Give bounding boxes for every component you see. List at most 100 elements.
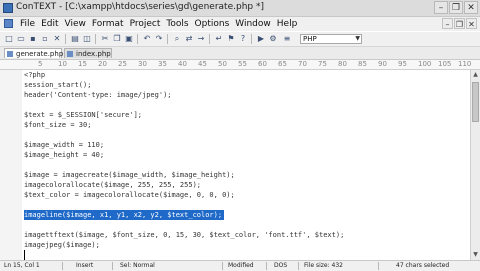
code-line: $image_width = 110; bbox=[24, 141, 105, 149]
file-size: File size: 432 bbox=[304, 262, 343, 269]
code-line: imagejpeg($image); bbox=[24, 241, 100, 249]
scrollbar-thumb[interactable] bbox=[472, 82, 479, 122]
scroll-down-icon[interactable]: ▼ bbox=[472, 251, 479, 259]
ruler-mark: 90 bbox=[378, 60, 387, 68]
ruler-mark: 5 bbox=[38, 60, 43, 68]
open-folder-icon[interactable]: ▭ bbox=[16, 34, 26, 44]
ruler-mark: 85 bbox=[358, 60, 367, 68]
status-separator bbox=[266, 262, 267, 270]
print-preview-icon[interactable]: ◫ bbox=[82, 34, 92, 44]
menu-format[interactable]: Format bbox=[89, 18, 127, 30]
menu-bar: File Edit View Format Project Tools Opti… bbox=[0, 17, 480, 31]
menu-project[interactable]: Project bbox=[127, 18, 164, 30]
code-line: header('Content-type: image/jpeg'); bbox=[24, 91, 172, 99]
tab-label: index.php bbox=[76, 50, 111, 58]
ruler-mark: 105 bbox=[438, 60, 452, 68]
status-separator bbox=[62, 262, 63, 270]
settings-icon[interactable]: ⚙ bbox=[268, 34, 278, 44]
save-all-icon[interactable]: ▫ bbox=[40, 34, 50, 44]
save-icon[interactable]: ▪ bbox=[28, 34, 38, 44]
ruler-mark: 35 bbox=[158, 60, 167, 68]
code-line: imagettftext($image, $font_size, 0, 15, … bbox=[24, 231, 345, 239]
file-tab-bar: generate.php * index.php bbox=[0, 47, 480, 60]
ruler-mark: 55 bbox=[238, 60, 247, 68]
doc-minimize-button[interactable]: – bbox=[442, 18, 453, 29]
tab-index-php[interactable]: index.php bbox=[64, 48, 112, 58]
code-line: <?php bbox=[24, 71, 46, 79]
ruler-mark: 50 bbox=[218, 60, 227, 68]
title-bar: ConTEXT - [C:\xampp\htdocs\series\gd\gen… bbox=[0, 0, 480, 17]
close-file-icon[interactable]: ✕ bbox=[52, 34, 62, 44]
ruler-mark: 20 bbox=[98, 60, 107, 68]
ruler-mark: 60 bbox=[258, 60, 267, 68]
search-icon[interactable]: ⌕ bbox=[172, 34, 182, 44]
language-select[interactable]: PHP ▼ bbox=[300, 34, 362, 44]
status-separator bbox=[112, 262, 113, 270]
undo-icon[interactable]: ↶ bbox=[142, 34, 152, 44]
menu-view[interactable]: View bbox=[62, 18, 89, 30]
selected-code-line: imageline($image, x1, y1, x2, y2, $text_… bbox=[24, 210, 225, 220]
redo-icon[interactable]: ↷ bbox=[154, 34, 164, 44]
ruler-mark: 80 bbox=[338, 60, 347, 68]
minimize-button[interactable]: – bbox=[434, 1, 448, 14]
language-value: PHP bbox=[303, 35, 317, 43]
code-line: $text = $_SESSION['secure']; bbox=[24, 111, 143, 119]
cut-icon[interactable]: ✂ bbox=[100, 34, 110, 44]
replace-icon[interactable]: ⇄ bbox=[184, 34, 194, 44]
document-icon[interactable] bbox=[4, 19, 13, 28]
menu-tools[interactable]: Tools bbox=[163, 18, 191, 30]
run-icon[interactable]: ▶ bbox=[256, 34, 266, 44]
word-wrap-icon[interactable]: ↵ bbox=[214, 34, 224, 44]
chars-selected: 47 chars selected bbox=[396, 262, 450, 269]
app-icon bbox=[3, 3, 13, 13]
goto-icon[interactable]: → bbox=[196, 34, 206, 44]
new-file-icon[interactable]: □ bbox=[4, 34, 14, 44]
ruler-mark: 30 bbox=[138, 60, 147, 68]
print-icon[interactable]: ▤ bbox=[70, 34, 80, 44]
ruler-mark: 75 bbox=[318, 60, 327, 68]
ruler-mark: 10 bbox=[58, 60, 67, 68]
bookmark-icon[interactable]: ⚑ bbox=[226, 34, 236, 44]
code-editor[interactable]: <?php session_start(); header('Content-t… bbox=[22, 70, 470, 260]
line-gutter[interactable] bbox=[0, 70, 23, 260]
php-file-icon bbox=[7, 51, 13, 57]
doc-close-button[interactable]: ✕ bbox=[466, 18, 477, 29]
menu-window[interactable]: Window bbox=[232, 18, 274, 30]
modified-status: Modified bbox=[228, 262, 254, 269]
toolbar-separator bbox=[251, 34, 252, 44]
status-bar: Ln 15, Col 1 Insert Sel: Normal Modified… bbox=[0, 260, 480, 271]
toolbar: □ ▭ ▪ ▫ ✕ ▤ ◫ ✂ ❐ ▣ ↶ ↷ ⌕ ⇄ → ↵ ⚑ ? ▶ ⚙ … bbox=[0, 32, 480, 47]
restore-button[interactable]: ❐ bbox=[449, 1, 463, 14]
code-line: $image_height = 40; bbox=[24, 151, 105, 159]
tab-generate-php[interactable]: generate.php * bbox=[4, 48, 69, 58]
paste-icon[interactable]: ▣ bbox=[124, 34, 134, 44]
vertical-scrollbar[interactable]: ▲ ▼ bbox=[470, 70, 480, 260]
ruler-mark: 15 bbox=[78, 60, 87, 68]
toolbar-separator bbox=[209, 34, 210, 44]
document-controls: – ❐ ✕ bbox=[442, 18, 477, 29]
menu-edit[interactable]: Edit bbox=[38, 18, 61, 30]
help-icon[interactable]: ? bbox=[238, 34, 248, 44]
ruler-mark: 45 bbox=[198, 60, 207, 68]
toolbar-separator bbox=[95, 34, 96, 44]
code-line: $font_size = 30; bbox=[24, 121, 92, 129]
toolbar-separator bbox=[167, 34, 168, 44]
highlighter-icon: ≡ bbox=[283, 34, 291, 43]
line-ending: DOS bbox=[274, 262, 288, 269]
code-line: session_start(); bbox=[24, 81, 92, 89]
scroll-up-icon[interactable]: ▲ bbox=[472, 71, 479, 79]
close-button[interactable]: ✕ bbox=[464, 1, 478, 14]
copy-icon[interactable]: ❐ bbox=[112, 34, 122, 44]
menu-file[interactable]: File bbox=[17, 18, 38, 30]
text-caret bbox=[24, 250, 25, 260]
ruler-mark: 25 bbox=[118, 60, 127, 68]
ruler-corner bbox=[0, 60, 22, 70]
ruler-mark: 100 bbox=[418, 60, 432, 68]
status-separator bbox=[222, 262, 223, 270]
menu-help[interactable]: Help bbox=[274, 18, 301, 30]
ruler-mark: 110 bbox=[458, 60, 472, 68]
insert-mode: Insert bbox=[76, 262, 94, 269]
menu-options[interactable]: Options bbox=[192, 18, 233, 30]
doc-restore-button[interactable]: ❐ bbox=[454, 18, 465, 29]
tab-label: generate.php * bbox=[16, 50, 69, 58]
